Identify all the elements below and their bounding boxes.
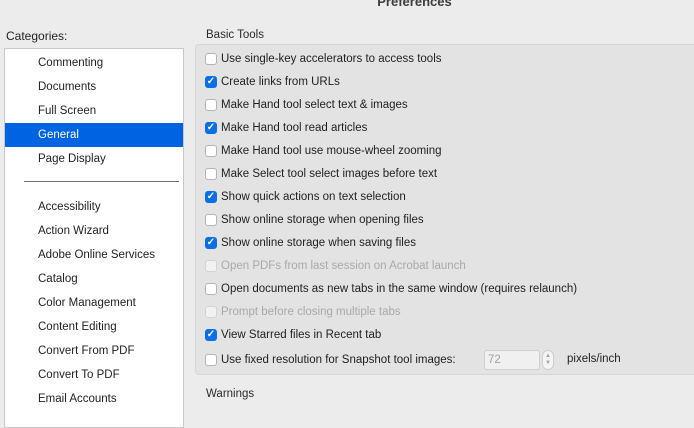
option-label: Show online storage when saving files xyxy=(221,237,416,249)
option-create-links[interactable]: ✓ Create links from URLs xyxy=(205,73,340,91)
option-select-images-first[interactable]: Make Select tool select images before te… xyxy=(205,165,437,183)
option-storage-saving[interactable]: ✓ Show online storage when saving files xyxy=(205,234,416,252)
checkbox[interactable] xyxy=(205,283,217,295)
stepper-down-icon[interactable]: ▼ xyxy=(545,360,551,367)
sidebar-item-color-management[interactable]: Color Management xyxy=(5,291,183,315)
option-label: Make Select tool select images before te… xyxy=(221,168,438,180)
resolution-stepper[interactable]: ▲ ▼ xyxy=(542,350,554,370)
sidebar-item-convert-from-pdf[interactable]: Convert From PDF xyxy=(5,339,183,363)
sidebar-item-content-editing[interactable]: Content Editing xyxy=(5,315,183,339)
option-label: Open documents as new tabs in the same w… xyxy=(221,283,578,295)
option-open-as-tabs[interactable]: Open documents as new tabs in the same w… xyxy=(205,280,577,298)
categories-label: Categories: xyxy=(6,29,68,43)
sidebar-divider xyxy=(24,181,179,182)
warnings-heading: Warnings xyxy=(206,388,255,400)
sidebar-item-action-wizard[interactable]: Action Wizard xyxy=(5,219,183,243)
window-title: Preferences xyxy=(377,0,452,9)
option-label: Prompt before closing multiple tabs xyxy=(221,306,401,318)
checkbox[interactable] xyxy=(205,168,217,180)
checkbox[interactable] xyxy=(205,145,217,157)
option-label: Show online storage when opening files xyxy=(221,214,424,226)
option-label: Use single-key accelerators to access to… xyxy=(221,53,442,65)
checkbox[interactable] xyxy=(205,354,217,366)
option-hand-read-articles[interactable]: ✓ Make Hand tool read articles xyxy=(205,119,367,137)
option-label: Make Hand tool read articles xyxy=(221,122,368,134)
checkbox[interactable]: ✓ xyxy=(205,191,217,203)
option-single-key-accelerators[interactable]: Use single-key accelerators to access to… xyxy=(205,50,442,68)
option-label: Use fixed resolution for Snapshot tool i… xyxy=(221,354,456,366)
categories-list[interactable]: Commenting Documents Full Screen General… xyxy=(4,48,184,428)
checkbox[interactable] xyxy=(205,99,217,111)
option-label: Create links from URLs xyxy=(221,76,340,88)
option-open-last-session: Open PDFs from last session on Acrobat l… xyxy=(205,257,466,275)
sidebar-item-adobe-online-services[interactable]: Adobe Online Services xyxy=(5,243,183,267)
checkbox[interactable] xyxy=(205,214,217,226)
option-prompt-closing-tabs: Prompt before closing multiple tabs xyxy=(205,303,401,321)
option-label: View Starred files in Recent tab xyxy=(221,329,382,341)
sidebar-item-email-accounts[interactable]: Email Accounts xyxy=(5,387,183,411)
checkbox xyxy=(205,306,217,318)
resolution-unit: pixels/inch xyxy=(567,353,621,365)
option-view-starred[interactable]: ✓ View Starred files in Recent tab xyxy=(205,326,381,344)
sidebar-item-accessibility[interactable]: Accessibility xyxy=(5,195,183,219)
checkbox xyxy=(205,260,217,272)
option-storage-opening[interactable]: Show online storage when opening files xyxy=(205,211,424,229)
sidebar-item-commenting[interactable]: Commenting xyxy=(5,51,183,75)
sidebar-item-full-screen[interactable]: Full Screen xyxy=(5,99,183,123)
option-label: Make Hand tool use mouse-wheel zooming xyxy=(221,145,442,157)
sidebar-item-page-display[interactable]: Page Display xyxy=(5,147,183,171)
option-label: Make Hand tool select text & images xyxy=(221,99,408,111)
option-hand-select-text[interactable]: Make Hand tool select text & images xyxy=(205,96,408,114)
option-hand-wheel-zoom[interactable]: Make Hand tool use mouse-wheel zooming xyxy=(205,142,442,160)
sidebar-item-catalog[interactable]: Catalog xyxy=(5,267,183,291)
resolution-input[interactable]: 72 xyxy=(484,350,540,370)
sidebar-item-convert-to-pdf[interactable]: Convert To PDF xyxy=(5,363,183,387)
sidebar-item-general[interactable]: General xyxy=(5,123,183,147)
option-quick-actions[interactable]: ✓ Show quick actions on text selection xyxy=(205,188,406,206)
basic-tools-heading: Basic Tools xyxy=(206,29,264,41)
option-fixed-resolution[interactable]: Use fixed resolution for Snapshot tool i… xyxy=(205,351,456,369)
stepper-up-icon[interactable]: ▲ xyxy=(545,353,551,360)
checkbox[interactable]: ✓ xyxy=(205,122,217,134)
sidebar-item-documents[interactable]: Documents xyxy=(5,75,183,99)
option-label: Open PDFs from last session on Acrobat l… xyxy=(221,260,466,272)
checkbox[interactable]: ✓ xyxy=(205,329,217,341)
option-label: Show quick actions on text selection xyxy=(221,191,406,203)
checkbox[interactable]: ✓ xyxy=(205,237,217,249)
checkbox[interactable] xyxy=(205,53,217,65)
checkbox[interactable]: ✓ xyxy=(205,76,217,88)
